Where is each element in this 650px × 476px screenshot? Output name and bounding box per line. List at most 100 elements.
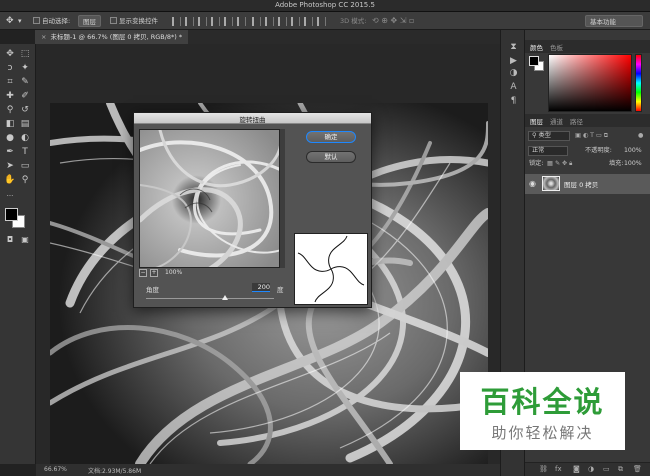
lasso-tool-icon[interactable]: ↄ	[4, 62, 16, 74]
align-icons-group[interactable]	[170, 15, 328, 27]
align-right-icon[interactable]	[237, 16, 246, 26]
layer-row[interactable]: ◉ 图层 0 拷贝	[525, 174, 650, 194]
twirl-shape-preview	[294, 233, 368, 305]
move-tool-icon[interactable]: ✥	[4, 48, 16, 60]
zoom-tool-icon[interactable]: ⚲	[19, 174, 31, 186]
gradient-tool-icon[interactable]: ▤	[19, 118, 31, 130]
auto-select-target-dropdown[interactable]: 图层	[78, 15, 101, 27]
foreground-color-swatch[interactable]	[5, 208, 18, 221]
hand-tool-icon[interactable]: ✋	[4, 174, 16, 186]
healing-brush-tool-icon[interactable]: ✚	[4, 90, 16, 102]
document-tab[interactable]: × 未标题-1 @ 66.7% (图层 0 拷贝, RGB/8*) *	[35, 30, 189, 44]
angle-unit: 度	[277, 286, 284, 294]
filter-type-icons[interactable]: ▣ ◐ T ▭ ⧉	[575, 130, 608, 142]
magic-wand-tool-icon[interactable]: ✦	[19, 62, 31, 74]
layer-filter-dropdown[interactable]: ⚲ 类型	[528, 131, 570, 141]
tab-channels[interactable]: 通道	[550, 116, 563, 126]
quick-mask-icon[interactable]: ◘	[4, 234, 16, 246]
preview-scrollbar[interactable]	[280, 129, 285, 268]
trash-icon[interactable]: 🗑︎	[633, 465, 642, 473]
color-panel-foreground-swatch[interactable]	[529, 56, 539, 66]
layers-panel-tabs: 图层 通道 路径	[525, 114, 650, 127]
distribute-top-icon[interactable]	[252, 16, 262, 26]
tab-layers[interactable]: 图层	[530, 116, 543, 126]
chevron-down-icon[interactable]: ▾	[18, 15, 22, 27]
new-layer-icon[interactable]: ⧉	[618, 465, 623, 474]
zoom-in-button[interactable]: +	[150, 269, 158, 277]
adjustments-icon[interactable]: ◑	[508, 68, 519, 79]
watermark-subtitle: 助你轻松解决	[491, 424, 594, 442]
blend-mode-dropdown[interactable]: 正常	[528, 146, 568, 156]
mode-3d-label: 3D 模式:	[340, 17, 367, 25]
distribute-hcenter-icon[interactable]	[304, 16, 314, 26]
show-transform-checkbox[interactable]: 显示变换控件	[110, 15, 158, 27]
history-brush-tool-icon[interactable]: ↺	[19, 104, 31, 116]
fx-icon[interactable]: fx	[555, 465, 562, 473]
move-tool-icon[interactable]: ✥	[6, 15, 14, 27]
close-icon[interactable]: ×	[41, 33, 46, 41]
3d-tools-icons[interactable]: ⟲ ⊕ ✥ ⇲ ▫	[372, 15, 414, 27]
tab-swatches[interactable]: 色板	[550, 42, 563, 52]
brush-tool-icon[interactable]: ✐	[19, 90, 31, 102]
filter-toggle-icon[interactable]: ●	[638, 130, 643, 142]
marquee-tool-icon[interactable]: ⬚	[19, 48, 31, 60]
distribute-vcenter-icon[interactable]	[265, 16, 275, 26]
eyedropper-tool-icon[interactable]: ✎	[19, 76, 31, 88]
opacity-value[interactable]: 100%	[624, 145, 642, 157]
show-transform-label: 显示变换控件	[119, 17, 158, 25]
title-bar: Adobe Photoshop CC 2015.5	[0, 0, 650, 12]
angle-input[interactable]: 200	[252, 283, 270, 292]
paragraph-icon[interactable]: ¶	[508, 96, 519, 107]
zoom-status[interactable]: 66.67%	[44, 466, 67, 473]
dodge-tool-icon[interactable]: ◐	[19, 132, 31, 144]
screen-mode-icon[interactable]: ▣	[19, 234, 31, 246]
ok-button[interactable]: 确定	[306, 131, 356, 143]
status-bar: 66.67% 文档:2.93M/5.86M ›	[36, 464, 500, 476]
preview-zoom-controls: − + 100%	[139, 269, 280, 278]
lock-icons[interactable]: ▦ ✎ ✥ 🔒︎	[547, 158, 572, 170]
tools-panel: ✥ ⬚ ↄ ✦ ⌗ ✎ ✚ ✐ ⚲ ↺ ◧ ▤ ● ◐ ✒ T ➤ ▭ ✋ ⚲ …	[0, 44, 36, 464]
filter-preview[interactable]	[139, 129, 280, 268]
actions-icon[interactable]: ▶	[508, 56, 519, 67]
hue-slider[interactable]	[635, 54, 642, 112]
link-icon[interactable]: ⛓	[539, 465, 548, 473]
path-selection-tool-icon[interactable]: ➤	[4, 160, 16, 172]
angle-slider-track[interactable]	[146, 298, 274, 299]
history-icon[interactable]: ⧗	[508, 42, 519, 53]
type-tool-icon[interactable]: T	[19, 146, 31, 158]
workspace-dropdown[interactable]: 基本功能	[585, 15, 643, 27]
align-top-icon[interactable]	[172, 16, 181, 26]
align-vcenter-icon[interactable]	[185, 16, 194, 26]
dialog-titlebar[interactable]: 旋转扭曲	[134, 113, 371, 124]
tab-paths[interactable]: 路径	[570, 116, 583, 126]
angle-slider-thumb[interactable]	[222, 295, 228, 300]
chevron-right-icon[interactable]: ›	[136, 466, 138, 473]
character-icon[interactable]: A	[508, 82, 519, 93]
search-icon: ⚲	[532, 132, 537, 139]
pen-tool-icon[interactable]: ✒	[4, 146, 16, 158]
folder-icon[interactable]: ▭	[603, 465, 610, 473]
blur-tool-icon[interactable]: ●	[4, 132, 16, 144]
align-left-icon[interactable]	[211, 16, 220, 26]
color-picker-field[interactable]	[548, 54, 632, 112]
default-button[interactable]: 默认	[306, 151, 356, 163]
mask-icon[interactable]: ◙	[573, 465, 580, 473]
distribute-bottom-icon[interactable]	[278, 16, 288, 26]
zoom-out-button[interactable]: −	[139, 269, 147, 277]
filter-kind-label: 类型	[538, 132, 551, 139]
align-bottom-icon[interactable]	[198, 16, 207, 26]
align-hcenter-icon[interactable]	[224, 16, 233, 26]
fill-value[interactable]: 100%	[624, 158, 642, 170]
rectangle-tool-icon[interactable]: ▭	[19, 160, 31, 172]
adjustment-icon[interactable]: ◑	[588, 465, 594, 473]
auto-select-label: 自动选择:	[42, 17, 71, 25]
auto-select-checkbox[interactable]: 自动选择:	[33, 15, 70, 27]
eye-icon[interactable]: ◉	[529, 179, 536, 188]
distribute-left-icon[interactable]	[291, 16, 301, 26]
clone-stamp-tool-icon[interactable]: ⚲	[4, 104, 16, 116]
more-tools-icon[interactable]: ···	[4, 190, 16, 202]
tab-color[interactable]: 颜色	[530, 42, 543, 52]
eraser-tool-icon[interactable]: ◧	[4, 118, 16, 130]
distribute-right-icon[interactable]	[317, 16, 327, 26]
crop-tool-icon[interactable]: ⌗	[4, 76, 16, 88]
